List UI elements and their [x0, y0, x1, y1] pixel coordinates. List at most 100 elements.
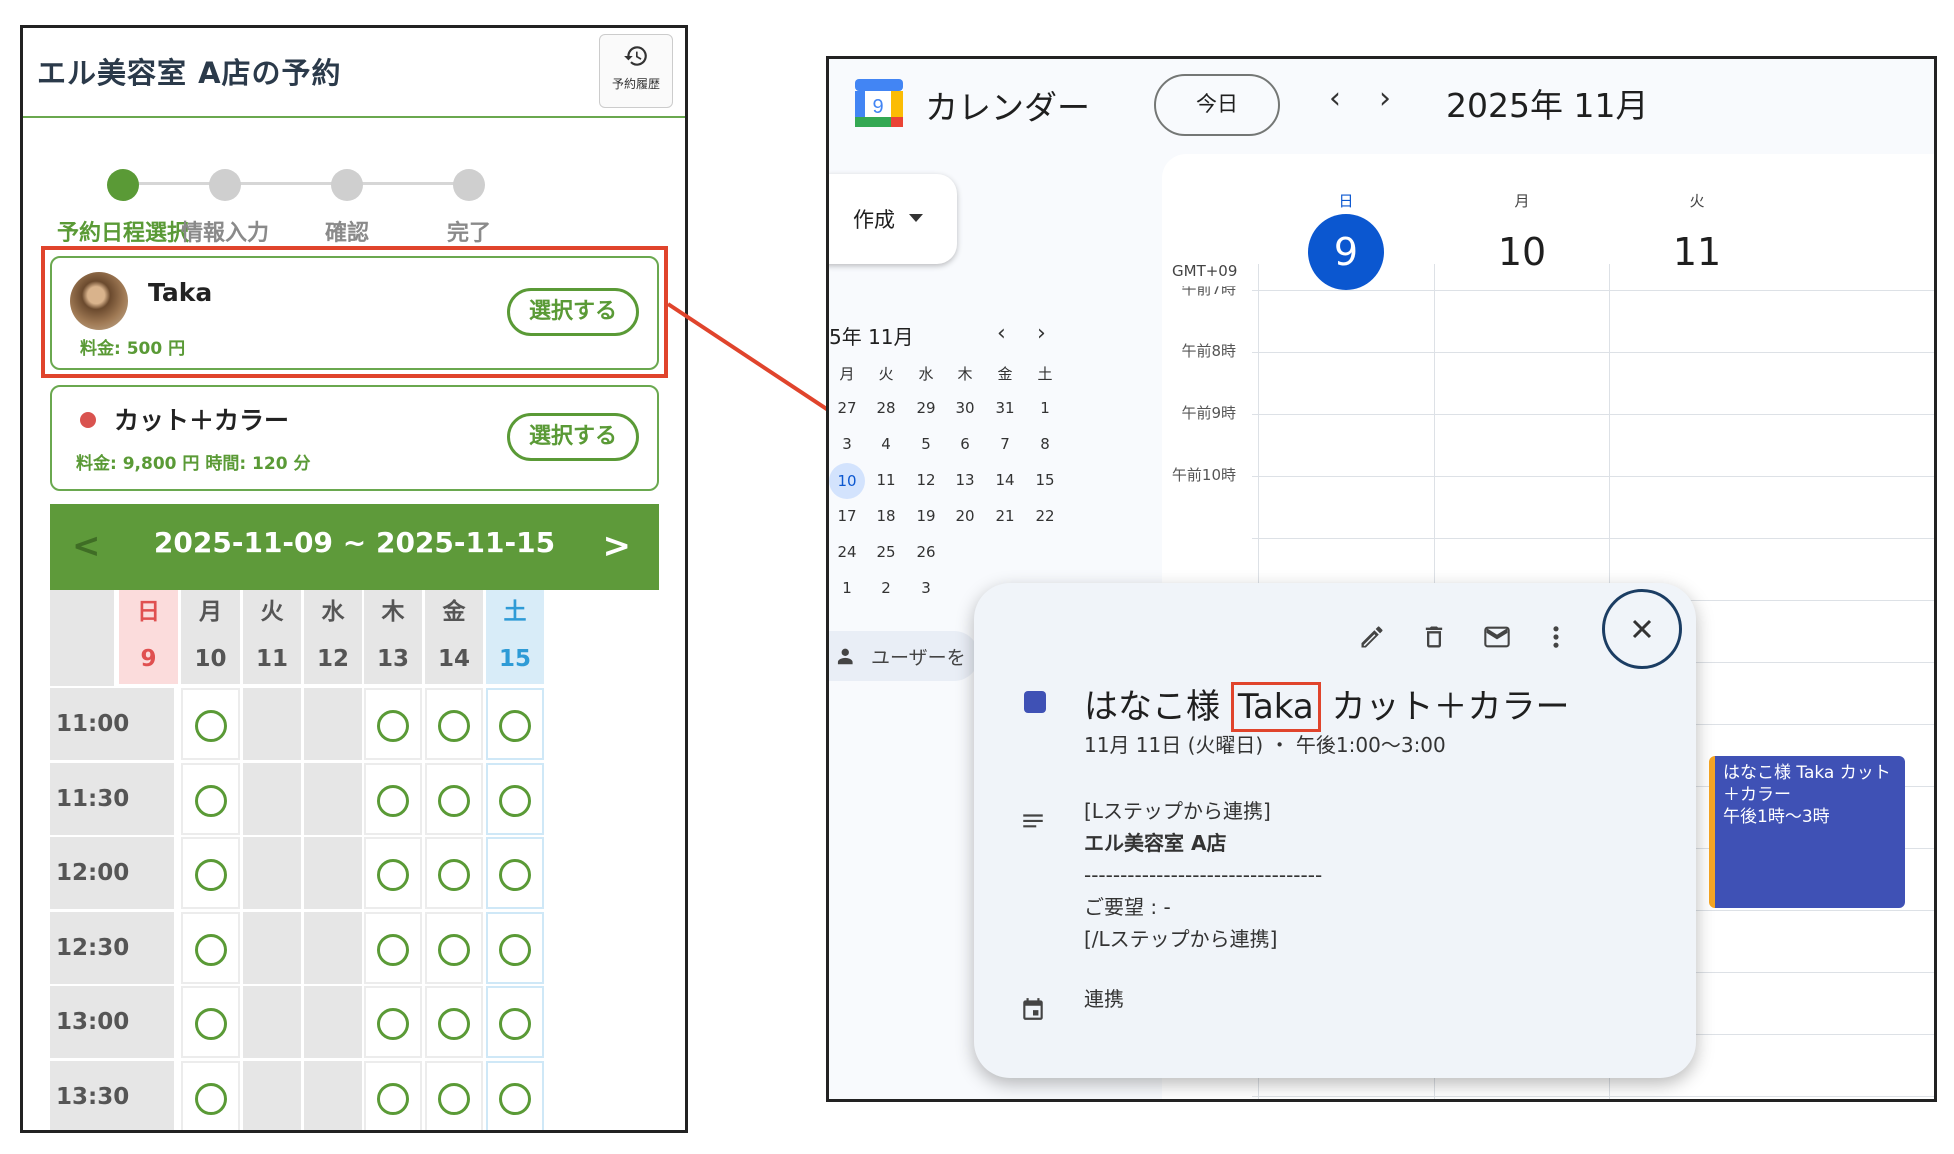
calendar-logo-icon: 9	[853, 77, 905, 129]
available-slot[interactable]	[486, 911, 544, 984]
day-number[interactable]: 9	[1308, 214, 1384, 290]
today-button[interactable]: 今日	[1154, 74, 1280, 136]
mini-day[interactable]: 2	[868, 579, 904, 597]
unavailable-slot	[243, 1060, 301, 1130]
progress-steps: 予約日程選択 情報入力 確認 完了	[23, 118, 685, 248]
available-slot[interactable]	[486, 837, 544, 909]
hour-gridline	[1252, 414, 1934, 415]
mini-day[interactable]: 30	[947, 399, 983, 417]
available-circle-icon	[377, 1082, 409, 1115]
available-slot[interactable]	[181, 688, 240, 760]
user-search[interactable]: ユーザーを	[829, 631, 979, 681]
mini-day[interactable]: 31	[987, 399, 1023, 417]
unavailable-slot	[243, 688, 301, 760]
staff-select-button[interactable]: 選択する	[507, 288, 639, 336]
delete-icon[interactable]	[1420, 623, 1448, 651]
date-cell: 11	[243, 634, 301, 684]
available-slot[interactable]	[364, 762, 422, 835]
desc-line-3: ---------------------------------	[1084, 863, 1323, 887]
mini-day[interactable]: 12	[908, 471, 944, 489]
mini-day[interactable]: 26	[908, 543, 944, 561]
edit-icon[interactable]	[1358, 623, 1386, 651]
mini-day[interactable]: 15	[1027, 471, 1063, 489]
mini-day[interactable]: 1	[1027, 399, 1063, 417]
event-description: [Lステップから連携] エル美容室 A店 -------------------…	[1084, 795, 1322, 955]
mini-day[interactable]: 14	[987, 471, 1023, 489]
mini-day[interactable]: 27	[829, 399, 865, 417]
available-slot[interactable]	[181, 986, 240, 1058]
mini-day[interactable]: 11	[868, 471, 904, 489]
day-number[interactable]: 10	[1484, 214, 1560, 290]
mini-day[interactable]: 18	[868, 507, 904, 525]
available-slot[interactable]	[364, 1060, 422, 1130]
available-slot[interactable]	[181, 1060, 240, 1130]
next-week-button[interactable]: >	[603, 526, 632, 566]
mini-day[interactable]: 21	[987, 507, 1023, 525]
prev-period-button[interactable]: ‹	[1329, 81, 1341, 116]
mini-day[interactable]: 7	[987, 435, 1023, 453]
available-slot[interactable]	[486, 762, 544, 835]
day-number[interactable]: 11	[1659, 214, 1735, 290]
available-slot[interactable]	[181, 911, 240, 984]
available-slot[interactable]	[425, 837, 483, 909]
close-button[interactable]	[1602, 589, 1682, 669]
mini-day[interactable]: 6	[947, 435, 983, 453]
mini-day[interactable]: 19	[908, 507, 944, 525]
menu-name: カット＋カラー	[114, 406, 290, 435]
available-slot[interactable]	[425, 1060, 483, 1130]
step-dot-1	[107, 169, 139, 201]
mini-day[interactable]: 24	[829, 543, 865, 561]
mini-day[interactable]: 13	[947, 471, 983, 489]
mini-day[interactable]: 29	[908, 399, 944, 417]
available-slot[interactable]	[486, 986, 544, 1058]
mini-next-button[interactable]: ›	[1037, 321, 1046, 346]
mini-day[interactable]: 1	[829, 579, 865, 597]
history-button[interactable]: 予約履歴	[599, 34, 673, 108]
mini-day[interactable]: 10	[829, 463, 865, 499]
available-slot[interactable]	[181, 762, 240, 835]
timeslot-row: 13:30	[50, 1060, 659, 1130]
mini-day[interactable]: 28	[868, 399, 904, 417]
avatar	[70, 272, 128, 330]
mini-day[interactable]: 22	[1027, 507, 1063, 525]
mini-day[interactable]: 5	[908, 435, 944, 453]
mini-day[interactable]: 8	[1027, 435, 1063, 453]
mini-day[interactable]: 25	[868, 543, 904, 561]
step-label-4: 完了	[446, 221, 491, 246]
menu-card[interactable]: カット＋カラー 料金: 9,800 円 時間: 120 分 選択する	[50, 385, 659, 491]
menu-select-button[interactable]: 選択する	[507, 413, 639, 461]
available-slot[interactable]	[425, 762, 483, 835]
mini-day[interactable]: 17	[829, 507, 865, 525]
available-slot[interactable]	[425, 911, 483, 984]
caret-down-icon	[909, 214, 923, 222]
available-slot[interactable]	[486, 1060, 544, 1130]
next-period-button[interactable]: ›	[1379, 81, 1391, 116]
title-after: カット＋カラー	[1320, 687, 1570, 727]
more-vert-icon[interactable]	[1546, 623, 1566, 651]
available-slot[interactable]	[486, 688, 544, 760]
available-slot[interactable]	[425, 688, 483, 760]
available-slot[interactable]	[181, 837, 240, 909]
create-button[interactable]: 作成	[829, 174, 957, 264]
event-block[interactable]: はなこ様 Taka カット＋カラー 午後1時～3時	[1709, 756, 1905, 908]
unavailable-slot	[304, 986, 362, 1058]
staff-card[interactable]: Taka 料金: 500 円 選択する	[50, 256, 659, 370]
available-slot[interactable]	[364, 986, 422, 1058]
available-slot[interactable]	[364, 911, 422, 984]
event-title: はなこ様 Taka カット＋カラー	[1723, 763, 1891, 805]
mini-day[interactable]: 3	[908, 579, 944, 597]
staff-price: 料金: 500 円	[80, 339, 186, 359]
time-label: 11:30	[50, 762, 174, 835]
history-label: 予約履歴	[611, 77, 660, 91]
mini-prev-button[interactable]: ‹	[997, 321, 1006, 346]
available-slot[interactable]	[425, 986, 483, 1058]
email-icon[interactable]	[1482, 623, 1512, 651]
staff-name: Taka	[148, 278, 213, 307]
available-slot[interactable]	[364, 688, 422, 760]
mini-day[interactable]: 20	[947, 507, 983, 525]
mini-weekday: 土	[1037, 365, 1053, 383]
mini-day[interactable]: 3	[829, 435, 865, 453]
mini-day[interactable]: 4	[868, 435, 904, 453]
time-label: 12:30	[50, 911, 174, 984]
available-slot[interactable]	[364, 837, 422, 909]
